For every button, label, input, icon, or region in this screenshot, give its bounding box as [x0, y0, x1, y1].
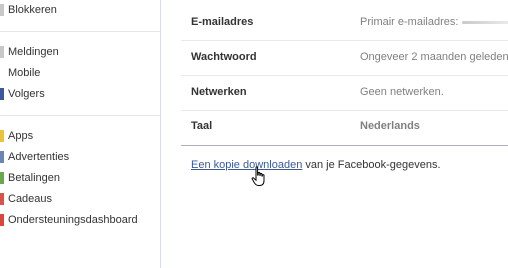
setting-row-password[interactable]: Wachtwoord Ongeveer 2 maanden geleden: [181, 41, 508, 76]
sidebar-item-label: Blokkeren: [8, 4, 57, 16]
setting-row-networks[interactable]: Netwerken Geen netwerken.: [181, 76, 508, 111]
sidebar-item-label: Apps: [8, 130, 34, 142]
blocking-icon: [0, 4, 4, 16]
gifts-icon: [0, 193, 4, 205]
sidebar-item-apps[interactable]: Apps: [0, 126, 158, 146]
followers-icon: [0, 88, 4, 100]
download-data-text: Een kopie downloaden van je Facebook-geg…: [191, 159, 441, 171]
sidebar-item-label: Mobile: [8, 67, 41, 79]
support-icon: [0, 214, 4, 226]
setting-row-language[interactable]: Taal Nederlands: [181, 110, 508, 144]
sidebar-item-label: Ondersteuningsdashboard: [8, 214, 138, 226]
setting-value: Ongeveer 2 maanden geleden: [360, 51, 508, 63]
sidebar-item-volgers[interactable]: Volgers: [0, 84, 158, 104]
sidebar-item-cadeaus[interactable]: Cadeaus: [0, 189, 158, 209]
setting-label: E-mailadres: [191, 16, 254, 28]
download-data-suffix: van je Facebook-gegevens.: [302, 159, 441, 171]
notifications-icon: [0, 46, 4, 58]
sidebar-item-label: Betalingen: [8, 172, 60, 184]
payments-icon: [0, 172, 4, 184]
hand-cursor-icon: [251, 166, 265, 186]
setting-value: Geen netwerken.: [360, 86, 444, 98]
setting-row-email[interactable]: E-mailadres Primair e-mailadres:: [181, 6, 508, 41]
setting-value: Nederlands: [360, 120, 420, 132]
sidebar-item-label: Cadeaus: [8, 193, 53, 205]
redacted-email: [462, 20, 508, 24]
download-copy-link[interactable]: Een kopie downloaden: [191, 159, 302, 171]
sidebar-item-blokkeren[interactable]: Blokkeren: [0, 0, 158, 20]
apps-icon: [0, 130, 4, 142]
setting-label: Netwerken: [191, 86, 247, 98]
sidebar-divider: [0, 31, 160, 32]
table-divider: [181, 145, 508, 146]
sidebar-item-betalingen[interactable]: Betalingen: [0, 168, 158, 188]
sidebar-item-label: Advertenties: [8, 151, 70, 163]
mobile-icon: [0, 67, 4, 79]
sidebar-item-label: Volgers: [8, 88, 45, 100]
sidebar-item-advertenties[interactable]: Advertenties: [0, 147, 158, 167]
sidebar-item-mobile[interactable]: Mobile: [0, 63, 158, 83]
setting-value: Primair e-mailadres:: [360, 16, 508, 28]
account-settings-table: E-mailadres Primair e-mailadres: Wachtwo…: [181, 0, 508, 268]
sidebar-item-ondersteuningsdashboard[interactable]: Ondersteuningsdashboard: [0, 210, 158, 230]
setting-label: Taal: [191, 120, 213, 132]
sidebar-item-meldingen[interactable]: Meldingen: [0, 42, 158, 62]
ads-icon: [0, 151, 4, 163]
settings-sidebar: Blokkeren Meldingen Mobile Volgers Apps …: [0, 0, 161, 268]
setting-label: Wachtwoord: [191, 51, 257, 63]
sidebar-divider: [0, 115, 160, 116]
sidebar-item-label: Meldingen: [8, 46, 59, 58]
